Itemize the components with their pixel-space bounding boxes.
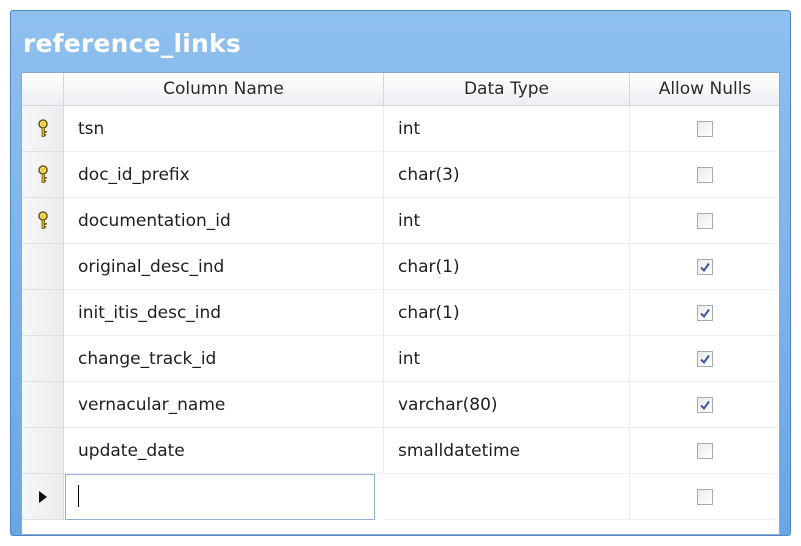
header-corner — [22, 73, 64, 106]
row-header[interactable] — [22, 336, 64, 382]
allow-nulls-cell[interactable] — [630, 244, 779, 290]
checkmark-icon — [700, 400, 710, 410]
allow-nulls-checkbox[interactable] — [697, 120, 713, 137]
column-name-cell[interactable]: vernacular_name — [64, 382, 384, 428]
allow-nulls-cell[interactable] — [630, 106, 779, 152]
header-column-name[interactable]: Column Name — [64, 73, 384, 106]
data-type-cell[interactable]: int — [384, 106, 630, 152]
data-type-cell[interactable]: char(1) — [384, 244, 630, 290]
allow-nulls-checkbox[interactable] — [697, 212, 713, 229]
table-title: reference_links — [23, 29, 241, 58]
allow-nulls-checkbox[interactable] — [697, 350, 713, 367]
allow-nulls-checkbox[interactable] — [697, 166, 713, 183]
allow-nulls-cell[interactable] — [630, 382, 779, 428]
new-allow-nulls-checkbox[interactable] — [697, 488, 713, 505]
allow-nulls-checkbox[interactable] — [697, 442, 713, 459]
column-name-cell[interactable]: init_itis_desc_ind — [64, 290, 384, 336]
checkmark-icon — [700, 308, 710, 318]
column-name-cell[interactable]: update_date — [64, 428, 384, 474]
data-type-cell[interactable]: smalldatetime — [384, 428, 630, 474]
checkmark-icon — [700, 262, 710, 272]
allow-nulls-cell[interactable] — [630, 152, 779, 198]
data-type-cell[interactable]: int — [384, 198, 630, 244]
row-header-current[interactable] — [22, 474, 64, 520]
row-header[interactable] — [22, 106, 64, 152]
column-name-cell[interactable]: doc_id_prefix — [64, 152, 384, 198]
current-row-arrow-icon — [38, 490, 47, 503]
row-header[interactable] — [22, 152, 64, 198]
new-data-type-cell[interactable] — [384, 474, 630, 520]
column-name-cell[interactable]: original_desc_ind — [64, 244, 384, 290]
row-header[interactable] — [22, 198, 64, 244]
row-header[interactable] — [22, 428, 64, 474]
allow-nulls-cell[interactable] — [630, 428, 779, 474]
table-designer-frame: reference_links Column Name Data Type Al… — [10, 10, 791, 536]
data-type-cell[interactable]: varchar(80) — [384, 382, 630, 428]
data-type-cell[interactable]: char(3) — [384, 152, 630, 198]
row-header[interactable] — [22, 382, 64, 428]
allow-nulls-cell[interactable] — [630, 336, 779, 382]
allow-nulls-checkbox[interactable] — [697, 258, 713, 275]
text-caret — [78, 485, 79, 507]
new-column-name-input[interactable] — [65, 474, 375, 520]
column-name-cell[interactable]: tsn — [64, 106, 384, 152]
allow-nulls-checkbox[interactable] — [697, 396, 713, 413]
allow-nulls-cell[interactable] — [630, 198, 779, 244]
checkmark-icon — [700, 354, 710, 364]
data-type-cell[interactable]: int — [384, 336, 630, 382]
header-data-type[interactable]: Data Type — [384, 73, 630, 106]
row-header[interactable] — [22, 290, 64, 336]
key-icon — [37, 210, 48, 229]
new-allow-nulls-cell[interactable] — [630, 474, 779, 520]
allow-nulls-checkbox[interactable] — [697, 304, 713, 321]
header-allow-nulls[interactable]: Allow Nulls — [630, 73, 779, 106]
allow-nulls-cell[interactable] — [630, 290, 779, 336]
column-name-cell[interactable]: documentation_id — [64, 198, 384, 244]
key-icon — [37, 164, 48, 183]
data-type-cell[interactable]: char(1) — [384, 290, 630, 336]
row-header[interactable] — [22, 244, 64, 290]
column-grid[interactable]: Column Name Data Type Allow Nulls tsn in… — [21, 72, 780, 535]
column-name-cell[interactable]: change_track_id — [64, 336, 384, 382]
key-icon — [37, 118, 48, 137]
